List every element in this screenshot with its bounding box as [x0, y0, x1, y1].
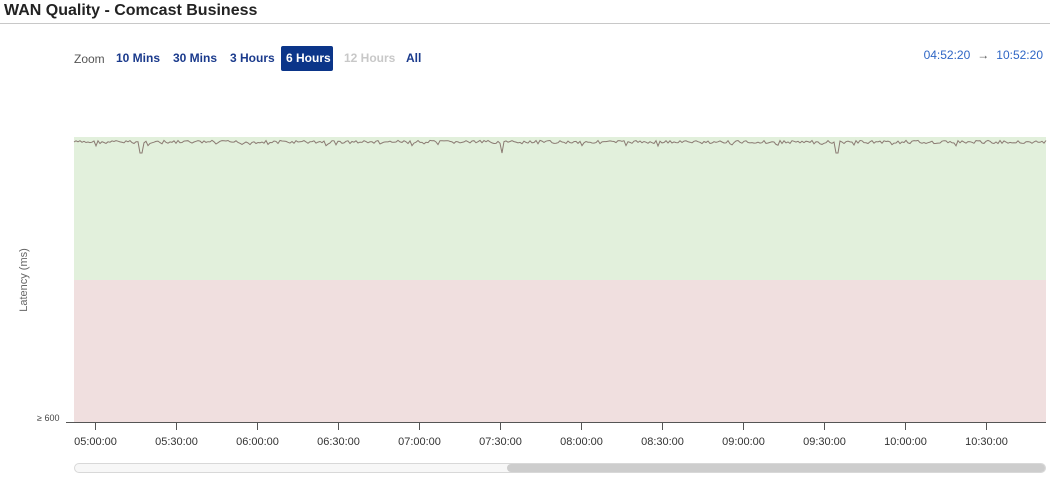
x-axis-ticks: 05:00:00 05:30:00 06:00:00 06:30:00 07:00:00…: [74, 422, 1008, 448]
x-tick-label: 06:00:00: [236, 436, 279, 448]
x-tick-label: 08:00:00: [560, 436, 603, 448]
latency-chart: 05:00:00 05:30:00 06:00:00 06:30:00 07:00:00…: [66, 137, 1047, 448]
poor-latency-band: [74, 280, 1046, 422]
scrollbar-thumb[interactable]: [506, 464, 1045, 472]
x-tick-label: 10:30:00: [965, 436, 1008, 448]
x-tick-label: 08:30:00: [641, 436, 684, 448]
x-tick-label: 09:30:00: [803, 436, 846, 448]
x-tick-label: 06:30:00: [317, 436, 360, 448]
x-tick-label: 10:00:00: [884, 436, 927, 448]
x-tick-label: 05:30:00: [155, 436, 198, 448]
chart-scrollbar[interactable]: [74, 463, 1046, 473]
x-tick-label: 07:30:00: [479, 436, 522, 448]
x-tick-label: 09:00:00: [722, 436, 765, 448]
x-tick-label: 05:00:00: [74, 436, 117, 448]
good-latency-band: [74, 137, 1046, 280]
x-tick-label: 07:00:00: [398, 436, 441, 448]
